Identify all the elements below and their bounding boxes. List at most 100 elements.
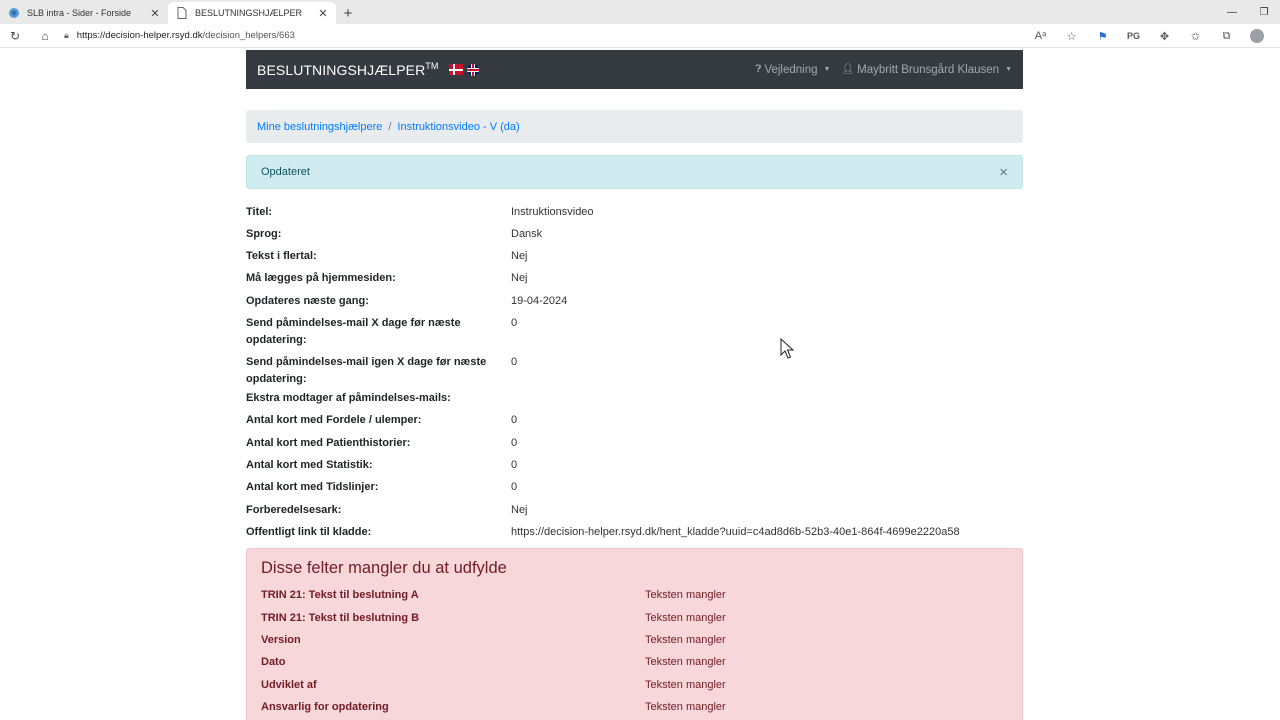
profile-avatar[interactable] <box>1250 29 1264 43</box>
detail-value: Nej <box>511 250 528 263</box>
collections-icon[interactable]: ⧉ <box>1211 30 1242 43</box>
window-controls: — ❐ <box>1216 0 1280 24</box>
detail-value[interactable]: https://decision-helper.rsyd.dk/hent_kla… <box>511 521 1023 543</box>
reload-icon[interactable]: ↻ <box>0 29 30 43</box>
detail-row-patient-stories: Antal kort med Patienthistorier: 0 <box>246 432 1023 454</box>
missing-field-row: Ansvarlig for opdatering Teksten mangler <box>261 696 1008 718</box>
missing-field-status: Teksten mangler <box>645 633 726 646</box>
detail-row-extra-recipient: Ekstra modtager af påmindelses-mails: <box>246 388 1023 410</box>
detail-row-website: Må lægges på hjemmesiden: Nej <box>246 268 1023 290</box>
detail-label: Antal kort med Statistik: <box>246 459 373 472</box>
caret-down-icon: ▼ <box>823 66 831 73</box>
updated-alert: Opdateret × <box>246 155 1023 189</box>
breadcrumb-my-helpers[interactable]: Mine beslutningshjælpere <box>257 121 382 133</box>
close-tab-icon[interactable]: ✕ <box>148 7 162 20</box>
lock-icon: 🔒︎ <box>64 30 69 40</box>
browser-toolbar: Aᵃ ☆ ⚑ PG ✥ ✩ ⧉ <box>1025 24 1272 48</box>
read-aloud-icon[interactable]: Aᵃ <box>1025 30 1056 42</box>
detail-label: Antal kort med Patienthistorier: <box>246 436 411 449</box>
detail-value: 19-04-2024 <box>511 294 568 307</box>
detail-row-timelines: Antal kort med Tidslinjer: 0 <box>246 477 1023 499</box>
detail-value: 0 <box>511 481 518 494</box>
minimize-icon[interactable]: — <box>1216 7 1248 18</box>
url-path: /decision_helpers/663 <box>202 30 295 41</box>
missing-field-name: TRIN 21: Tekst til beslutning A <box>261 589 419 602</box>
extension-icon[interactable]: ⚑ <box>1087 30 1118 43</box>
url-field[interactable]: 🔒︎ https://decision-helper.rsyd.dk/decis… <box>64 26 295 46</box>
tab-title: SLB intra - Sider - Forside <box>27 8 132 18</box>
user-label: Maybritt Brunsgård Klausen <box>857 63 1000 76</box>
detail-value: Nej <box>511 503 528 516</box>
new-tab-button[interactable]: + <box>336 2 360 24</box>
question-circle-icon: ❓︎ <box>755 64 762 75</box>
user-dropdown[interactable]: 👤︎ Maybritt Brunsgård Klausen ▼ <box>841 64 1012 76</box>
detail-value: Nej <box>511 272 528 285</box>
uk-flag-icon[interactable] <box>466 63 479 76</box>
detail-row-title: Titel: Instruktionsvideo <box>246 201 1023 223</box>
detail-value <box>511 388 1023 410</box>
sharepoint-icon <box>8 7 20 19</box>
favorites-icon[interactable]: ✩ <box>1180 30 1211 43</box>
browser-tab-slb-intra[interactable]: SLB intra - Sider - Forside ✕ <box>0 2 168 24</box>
detail-row-reminder: Send påmindelses-mail X dage før næste o… <box>246 312 1023 351</box>
detail-value: Dansk <box>511 227 543 240</box>
missing-field-row: Dato Teksten mangler <box>261 651 1008 673</box>
close-alert-button[interactable]: × <box>999 164 1008 181</box>
guide-dropdown[interactable]: ❓︎ Vejledning ▼ <box>755 64 830 76</box>
detail-label: Ekstra modtager af påmindelses-mails: <box>246 392 451 405</box>
breadcrumb: Mine beslutningshjælpere / Instruktionsv… <box>246 110 1023 143</box>
mouse-cursor-icon <box>780 338 794 359</box>
missing-field-row: TRIN 21: Tekst til beslutning B Teksten … <box>261 606 1008 628</box>
detail-row-reminder-again: Send påmindelses-mail igen X dage før næ… <box>246 352 1023 388</box>
brand-name: BESLUTNINGSHJÆLPER <box>257 62 426 78</box>
detail-label: Opdateres næste gang: <box>246 294 369 307</box>
missing-field-row: Version Teksten mangler <box>261 629 1008 651</box>
missing-field-status: Teksten mangler <box>645 589 726 602</box>
detail-row-pros-cons: Antal kort med Fordele / ulemper: 0 <box>246 410 1023 432</box>
detail-row-plural: Tekst i flertal: Nej <box>246 246 1023 268</box>
detail-value: Instruktionsvideo <box>511 205 594 218</box>
missing-field-status: Teksten mangler <box>645 678 726 691</box>
detail-value: 0 <box>511 459 518 472</box>
puzzle-icon[interactable]: ✥ <box>1149 30 1180 43</box>
detail-row-next-update: Opdateres næste gang: 19-04-2024 <box>246 290 1023 312</box>
missing-field-name: Udviklet af <box>261 678 317 691</box>
missing-field-status: Teksten mangler <box>645 611 726 624</box>
page-icon <box>176 7 188 19</box>
detail-value: 0 <box>511 356 518 369</box>
details-list: Titel: Instruktionsvideo Sprog: Dansk Te… <box>246 201 1023 544</box>
caret-down-icon: ▼ <box>1005 66 1012 73</box>
close-tab-icon[interactable]: ✕ <box>316 7 330 20</box>
missing-field-name: Dato <box>261 656 286 669</box>
detail-label: Tekst i flertal: <box>246 250 317 263</box>
browser-address-bar: ↻ ⌂ 🔒︎ https://decision-helper.rsyd.dk/d… <box>0 24 1280 48</box>
pg-extension-icon[interactable]: PG <box>1118 31 1149 41</box>
brand[interactable]: BESLUTNINGSHJÆLPERTM <box>257 61 439 78</box>
detail-row-language: Sprog: Dansk <box>246 223 1023 245</box>
breadcrumb-separator: / <box>388 120 392 133</box>
navbar-right: ❓︎ Vejledning ▼ 👤︎ Maybritt Brunsgård Kl… <box>744 64 1012 76</box>
breadcrumb-current[interactable]: Instruktionsvideo - V (da) <box>397 121 519 133</box>
tab-title: BESLUTNINGSHJÆLPER <box>195 8 303 18</box>
missing-field-name: TRIN 21: Tekst til beslutning B <box>261 611 420 624</box>
url-host: https://decision-helper.rsyd.dk <box>76 30 203 41</box>
missing-field-status: Teksten mangler <box>645 656 726 669</box>
app-navbar: BESLUTNINGSHJÆLPERTM ❓︎ Vejledning ▼ 👤︎ … <box>246 50 1023 89</box>
missing-field-name: Version <box>261 633 301 646</box>
user-icon: 👤︎ <box>841 64 855 75</box>
missing-field-row: TRIN 21: Tekst til beslutning A Teksten … <box>261 584 1008 606</box>
restore-icon[interactable]: ❐ <box>1248 7 1280 18</box>
detail-row-public-link: Offentligt link til kladde: https://deci… <box>246 521 1023 543</box>
danish-flag-icon[interactable] <box>448 64 463 75</box>
detail-value: 0 <box>511 316 518 329</box>
browser-tab-bar: SLB intra - Sider - Forside ✕ BESLUTNING… <box>0 0 1280 24</box>
detail-label: Titel: <box>246 205 273 218</box>
browser-tab-beslutningshjaelper[interactable]: BESLUTNINGSHJÆLPER ✕ <box>168 2 336 24</box>
detail-label: Må lægges på hjemmesiden: <box>246 272 396 285</box>
detail-label: Forberedelsesark: <box>246 503 342 516</box>
favorite-star-icon[interactable]: ☆ <box>1056 30 1087 43</box>
detail-label: Send påmindelses-mail X dage før næste o… <box>246 316 461 346</box>
home-icon[interactable]: ⌂ <box>30 29 60 43</box>
missing-field-row: Udviklet af Teksten mangler <box>261 674 1008 696</box>
brand-trademark: TM <box>425 61 439 71</box>
